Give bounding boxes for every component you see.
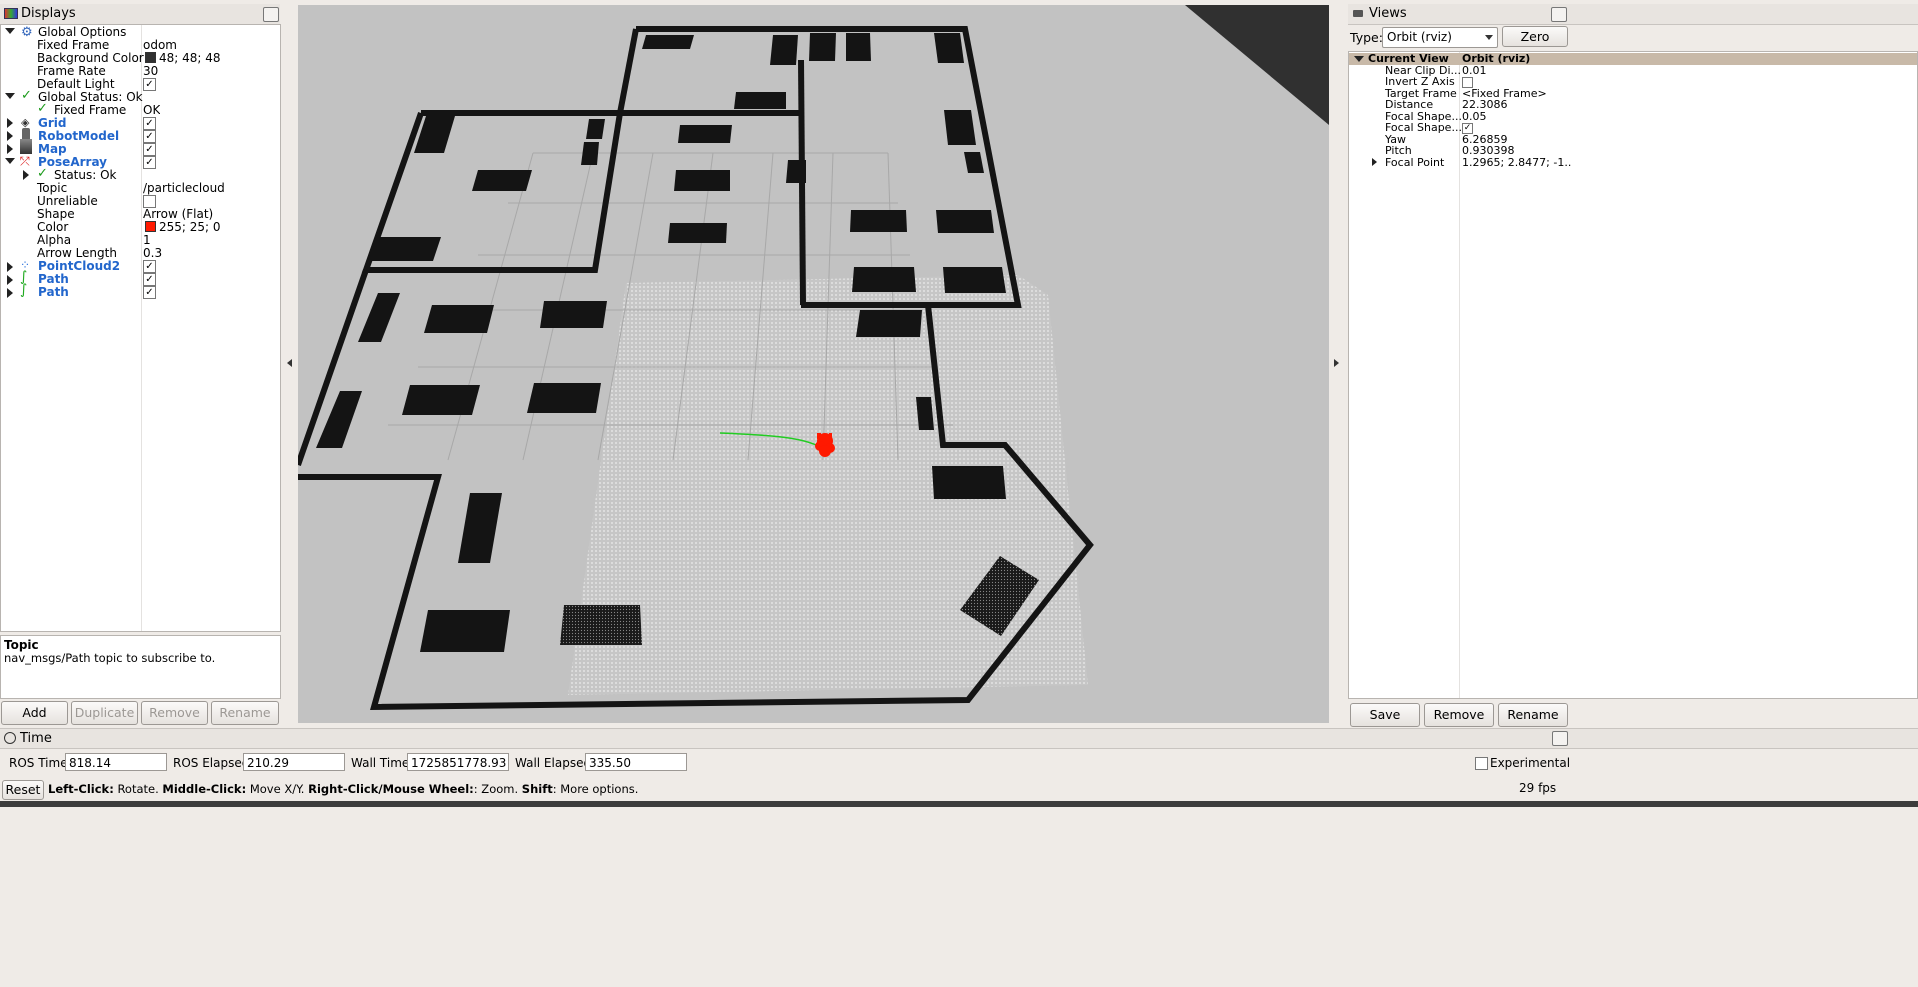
experimental-checkbox[interactable] bbox=[1475, 757, 1488, 770]
reset-button[interactable]: Reset bbox=[2, 780, 44, 800]
duplicate-display-button[interactable]: Duplicate bbox=[71, 701, 138, 725]
right-splitter-handle[interactable] bbox=[1334, 359, 1339, 367]
views-tree[interactable]: Current View Orbit (rviz) Near Clip Di..… bbox=[1348, 51, 1918, 699]
wall-elapsed-label: Wall Elapsed: bbox=[515, 756, 596, 770]
rename-view-button[interactable]: Rename bbox=[1498, 703, 1568, 727]
render-viewport[interactable] bbox=[298, 5, 1329, 723]
collapse-arrow[interactable] bbox=[7, 144, 13, 154]
collapse-arrow[interactable] bbox=[7, 131, 13, 141]
focal-point-label[interactable]: Focal Point bbox=[1385, 155, 1444, 171]
collapse-arrow[interactable] bbox=[7, 118, 13, 128]
time-title: Time bbox=[20, 731, 52, 746]
expand-arrow[interactable] bbox=[5, 93, 15, 99]
expand-arrow[interactable] bbox=[5, 28, 15, 34]
robotmodel-checkbox[interactable]: ✓ bbox=[143, 130, 156, 143]
undock-button[interactable] bbox=[1551, 7, 1567, 22]
undock-button[interactable] bbox=[263, 7, 279, 22]
displays-title-bar: Displays bbox=[0, 4, 280, 25]
arrow-length-value[interactable]: 0.3 bbox=[143, 245, 162, 261]
displays-tree[interactable]: ⚙ Global Options Fixed Frame odom Backgr… bbox=[0, 24, 281, 632]
hint-left-click: Left-Click: bbox=[48, 782, 114, 796]
remove-view-button[interactable]: Remove bbox=[1424, 703, 1494, 727]
hint-text: Rotate. bbox=[113, 782, 163, 796]
pointcloud-region bbox=[568, 275, 1088, 695]
pose-array-icon: ⤱ bbox=[20, 154, 30, 168]
tree-row-path-2[interactable]: Path bbox=[38, 284, 69, 300]
expand-arrow[interactable] bbox=[5, 158, 15, 164]
collapse-arrow[interactable] bbox=[7, 275, 13, 285]
path-icon: ∫ bbox=[20, 282, 28, 298]
rename-display-button[interactable]: Rename bbox=[211, 701, 279, 725]
default-light-checkbox[interactable]: ✓ bbox=[143, 78, 156, 91]
expand-arrow[interactable] bbox=[1354, 56, 1364, 62]
mouse-hints: Left-Click: Rotate. Middle-Click: Move X… bbox=[48, 782, 638, 796]
view-type-label: Type: bbox=[1350, 30, 1383, 45]
check-icon: ✓ bbox=[37, 166, 48, 181]
zero-button[interactable]: Zero bbox=[1502, 26, 1568, 47]
collapse-arrow[interactable] bbox=[23, 170, 29, 180]
chevron-down-icon bbox=[1485, 35, 1493, 40]
hint-shift: Shift bbox=[521, 782, 553, 796]
wall-elapsed-field[interactable]: 335.50 bbox=[585, 753, 687, 771]
add-display-button[interactable]: Add bbox=[1, 701, 68, 725]
ros-elapsed-label: ROS Elapsed: bbox=[173, 756, 254, 770]
collapse-arrow[interactable] bbox=[7, 262, 13, 272]
collapse-arrow[interactable] bbox=[7, 288, 13, 298]
scene bbox=[298, 5, 1329, 723]
color-swatch bbox=[145, 52, 156, 63]
time-title-bar: Time bbox=[0, 728, 1918, 749]
experimental-label: Experimental bbox=[1490, 756, 1571, 770]
grid-checkbox[interactable]: ✓ bbox=[143, 117, 156, 130]
camera-icon bbox=[1353, 10, 1363, 17]
clock-icon bbox=[4, 732, 16, 744]
pointcloud2-checkbox[interactable]: ✓ bbox=[143, 260, 156, 273]
status-fixed-frame-value[interactable]: OK bbox=[143, 102, 160, 118]
monitor-icon bbox=[4, 8, 18, 19]
ros-time-field[interactable]: 818.14 bbox=[65, 753, 167, 771]
check-icon: ✓ bbox=[37, 101, 48, 116]
hint-text: Move X/Y. bbox=[246, 782, 309, 796]
view-type-select[interactable]: Orbit (rviz) bbox=[1382, 27, 1498, 48]
color-value[interactable]: 255; 25; 0 bbox=[145, 219, 221, 235]
left-splitter-handle[interactable] bbox=[287, 359, 292, 367]
map-checkbox[interactable]: ✓ bbox=[143, 143, 156, 156]
description-title: Topic bbox=[4, 638, 39, 652]
topic-value[interactable]: /particlecloud bbox=[143, 180, 225, 196]
wall-time-field[interactable]: 1725851778.93 bbox=[407, 753, 509, 771]
path-2-checkbox[interactable]: ✓ bbox=[143, 286, 156, 299]
wall-time-label: Wall Time: bbox=[351, 756, 414, 770]
ros-elapsed-field[interactable]: 210.29 bbox=[243, 753, 345, 771]
obstacle-dotted bbox=[560, 605, 642, 645]
undock-button[interactable] bbox=[1552, 731, 1568, 746]
frame-rate-value[interactable]: 30 bbox=[143, 63, 158, 79]
fps-readout: 29 fps bbox=[1519, 781, 1557, 795]
hint-right-click: Right-Click/Mouse Wheel: bbox=[308, 782, 474, 796]
column-divider bbox=[141, 25, 142, 631]
focal-point-value[interactable]: 1.2965; 2.8477; -1.... bbox=[1462, 155, 1572, 171]
color-swatch bbox=[145, 221, 156, 232]
column-divider bbox=[1459, 52, 1460, 698]
map-icon bbox=[20, 139, 32, 154]
description-text: nav_msgs/Path topic to subscribe to. bbox=[4, 651, 216, 665]
displays-title: Displays bbox=[21, 6, 76, 21]
hint-text: : More options. bbox=[552, 782, 639, 796]
views-title: Views bbox=[1369, 6, 1407, 21]
save-view-button[interactable]: Save bbox=[1350, 703, 1420, 727]
hint-middle-click: Middle-Click: bbox=[162, 782, 247, 796]
remove-display-button[interactable]: Remove bbox=[141, 701, 208, 725]
gear-icon: ⚙ bbox=[21, 25, 33, 40]
views-title-bar: Views bbox=[1348, 4, 1918, 25]
posearray-checkbox[interactable]: ✓ bbox=[143, 156, 156, 169]
property-description: Topic nav_msgs/Path topic to subscribe t… bbox=[0, 635, 281, 699]
view-type-value: Orbit (rviz) bbox=[1387, 30, 1452, 44]
background-color-text: 48; 48; 48 bbox=[159, 51, 221, 65]
color-text: 255; 25; 0 bbox=[159, 220, 221, 234]
bottom-edge bbox=[0, 801, 1918, 807]
ros-time-label: ROS Time: bbox=[9, 756, 72, 770]
path-checkbox[interactable]: ✓ bbox=[143, 273, 156, 286]
check-icon: ✓ bbox=[21, 88, 32, 103]
collapse-arrow[interactable] bbox=[1372, 158, 1377, 166]
hint-text: : Zoom. bbox=[473, 782, 522, 796]
